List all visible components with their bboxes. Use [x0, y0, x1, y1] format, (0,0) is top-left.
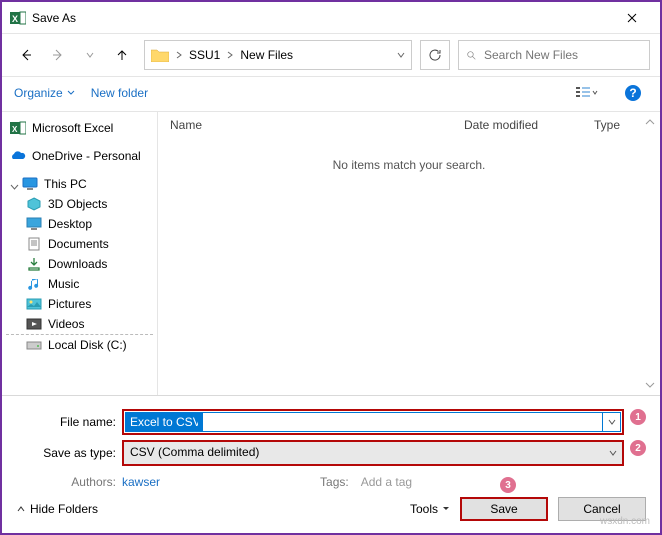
empty-message: No items match your search. — [158, 138, 660, 192]
sidebar-item-documents[interactable]: Documents — [6, 234, 153, 254]
savetype-value: CSV (Comma delimited) — [124, 442, 604, 464]
excel-app-icon: X — [10, 10, 26, 26]
save-as-dialog: X Save As SSU1 New Files Organize New fo… — [0, 0, 662, 535]
organize-menu[interactable]: Organize — [14, 86, 75, 100]
svg-text:X: X — [12, 125, 18, 134]
chevron-up-icon — [16, 504, 26, 514]
filename-dropdown[interactable] — [603, 412, 621, 432]
sidebar-item-videos[interactable]: Videos — [6, 314, 153, 334]
filename-label: File name: — [16, 415, 122, 429]
tags-label: Tags: — [320, 475, 355, 489]
path-part-0[interactable]: SSU1 — [189, 48, 234, 62]
refresh-button[interactable] — [420, 40, 450, 70]
bottom-panel: File name: 1 Save as type: CSV (Comma de… — [2, 395, 660, 533]
main-area: XMicrosoft Excel OneDrive - Personal Thi… — [2, 112, 660, 395]
chevron-down-icon — [67, 89, 75, 97]
authors-value[interactable]: kawser — [122, 475, 200, 489]
search-input[interactable] — [482, 47, 641, 63]
new-folder-button[interactable]: New folder — [91, 86, 148, 100]
col-name[interactable]: Name — [166, 118, 464, 132]
savetype-row: Save as type: CSV (Comma delimited) 2 — [16, 440, 646, 466]
help-button[interactable]: ? — [618, 81, 648, 105]
breadcrumb[interactable]: SSU1 New Files — [144, 40, 412, 70]
up-button[interactable] — [108, 41, 136, 69]
chevron-right-icon — [175, 51, 183, 59]
close-button[interactable] — [612, 3, 652, 33]
svg-text:X: X — [12, 14, 18, 24]
tags-value[interactable]: Add a tag — [355, 475, 452, 489]
column-headers: Name Date modified Type — [158, 112, 660, 138]
filename-field[interactable] — [122, 409, 624, 435]
filename-row: File name: 1 — [16, 409, 646, 435]
svg-text:?: ? — [629, 86, 636, 100]
chevron-down-icon — [10, 183, 19, 192]
chevron-down-icon — [442, 505, 450, 513]
sidebar-item-3dobjects[interactable]: 3D Objects — [6, 194, 153, 214]
view-options-button[interactable] — [572, 81, 602, 105]
nav-row: SSU1 New Files — [2, 34, 660, 76]
titlebar: X Save As — [2, 2, 660, 34]
watermark: wsxdn.com — [600, 516, 650, 527]
authors-label: Authors: — [16, 475, 122, 489]
recent-button[interactable] — [76, 41, 104, 69]
callout-2: 2 — [630, 440, 646, 456]
hide-folders-button[interactable]: Hide Folders — [16, 502, 98, 516]
caret-down-icon[interactable] — [644, 379, 656, 391]
meta-row: Authors: kawser Tags: Add a tag — [16, 471, 646, 497]
button-row: Hide Folders Tools 3 Save Cancel — [16, 497, 646, 521]
sidebar-item-onedrive[interactable]: OneDrive - Personal — [6, 146, 153, 166]
savetype-label: Save as type: — [16, 446, 122, 460]
sidebar-item-downloads[interactable]: Downloads — [6, 254, 153, 274]
file-area: Name Date modified Type No items match y… — [158, 112, 660, 395]
back-button[interactable] — [12, 41, 40, 69]
col-date[interactable]: Date modified — [464, 118, 594, 132]
sidebar-item-localdisk[interactable]: Local Disk (C:) — [6, 334, 153, 355]
sidebar-item-pictures[interactable]: Pictures — [6, 294, 153, 314]
close-icon — [627, 13, 637, 23]
toolbar: Organize New folder ? — [2, 76, 660, 112]
sidebar: XMicrosoft Excel OneDrive - Personal Thi… — [2, 112, 158, 395]
sidebar-item-excel[interactable]: XMicrosoft Excel — [6, 118, 153, 138]
window-title: Save As — [32, 11, 612, 25]
chevron-down-icon[interactable] — [397, 51, 405, 59]
save-button[interactable]: Save — [460, 497, 548, 521]
forward-button[interactable] — [44, 41, 72, 69]
sidebar-item-desktop[interactable]: Desktop — [6, 214, 153, 234]
folder-icon — [151, 48, 169, 62]
search-icon — [467, 49, 476, 62]
filename-input[interactable] — [125, 412, 203, 432]
sidebar-item-thispc[interactable]: This PC — [6, 174, 153, 194]
path-part-1[interactable]: New Files — [240, 48, 293, 62]
chevron-right-icon — [226, 51, 234, 59]
tools-menu[interactable]: Tools — [410, 502, 450, 516]
scroll-controls — [642, 112, 660, 395]
search-box[interactable] — [458, 40, 650, 70]
caret-up-icon[interactable] — [644, 116, 656, 128]
sidebar-item-music[interactable]: Music — [6, 274, 153, 294]
callout-3: 3 — [500, 477, 516, 493]
savetype-dropdown[interactable] — [604, 442, 622, 464]
callout-1: 1 — [630, 409, 646, 425]
savetype-field[interactable]: CSV (Comma delimited) — [122, 440, 624, 466]
